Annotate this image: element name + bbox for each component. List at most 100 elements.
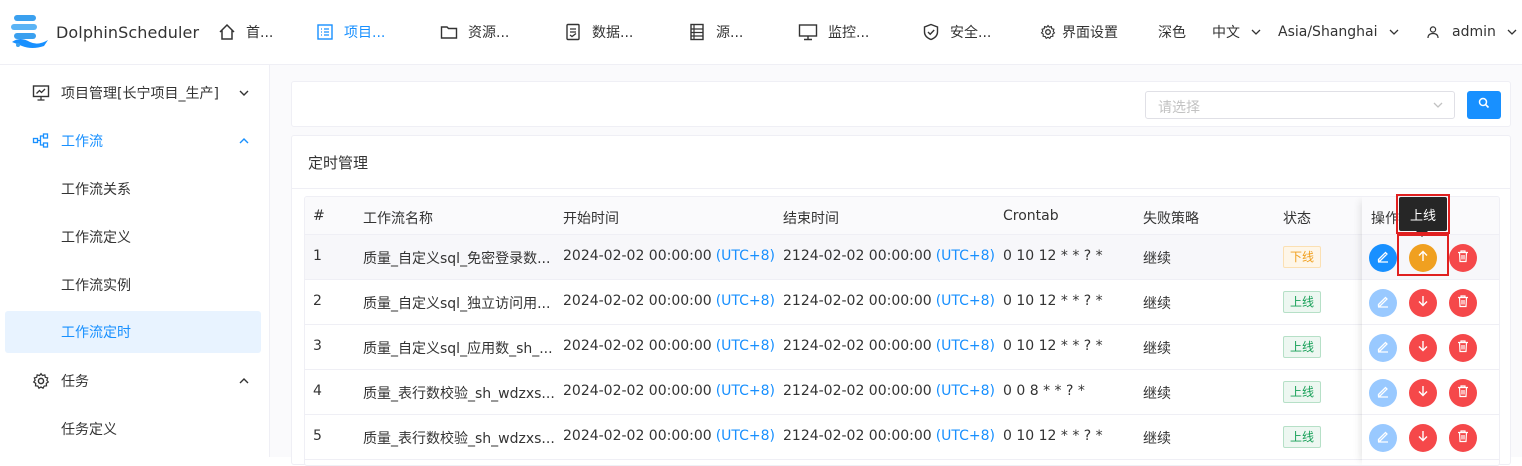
offline-button[interactable] xyxy=(1409,379,1437,407)
search-button[interactable] xyxy=(1467,91,1501,119)
nav-ui-settings[interactable]: 界面设置 xyxy=(1040,19,1118,45)
nav-data-quality[interactable]: 数据... xyxy=(564,19,633,45)
trash-icon xyxy=(1456,339,1470,357)
row-crontab: 0 10 12 * * ? * xyxy=(1003,293,1103,309)
row-workflow-name[interactable]: 质量_自定义sql_独立访问用... xyxy=(363,293,550,313)
start-timezone: (UTC+8) xyxy=(715,338,776,354)
delete-button[interactable] xyxy=(1449,424,1477,452)
start-timezone: (UTC+8) xyxy=(715,383,776,399)
trash-icon xyxy=(1456,384,1470,402)
datasource-icon xyxy=(688,23,706,41)
dolphin-logo-icon xyxy=(11,15,48,48)
offline-button[interactable] xyxy=(1409,334,1437,362)
end-timezone: (UTC+8) xyxy=(935,428,996,444)
data-quality-icon xyxy=(564,23,582,41)
status-badge: 上线 xyxy=(1283,426,1322,448)
sidebar-item-task[interactable]: 任务 xyxy=(5,360,261,402)
language-dropdown[interactable]: 中文 xyxy=(1212,19,1262,45)
delete-button[interactable] xyxy=(1449,244,1477,272)
sidebar-item-task-definition[interactable]: 任务定义 xyxy=(5,408,261,450)
sidebar-item-workflow-timing[interactable]: 工作流定时 xyxy=(5,311,261,353)
start-time-value: 2024-02-02 00:00:00 xyxy=(563,248,712,264)
delete-button[interactable] xyxy=(1449,379,1477,407)
arrow-down-icon xyxy=(1416,339,1430,357)
delete-button[interactable] xyxy=(1449,334,1477,362)
nav-resource[interactable]: 资源... xyxy=(440,19,509,45)
timezone-label: Asia/Shanghai xyxy=(1278,24,1378,40)
user-name: admin xyxy=(1452,24,1496,40)
app-logo[interactable]: DolphinScheduler xyxy=(8,12,199,52)
status-badge: 上线 xyxy=(1283,291,1322,313)
nav-monitor[interactable]: 监控... xyxy=(798,19,869,45)
row-end-time: 2124-02-02 00:00:00 (UTC+8) xyxy=(783,338,995,354)
column-header-name: 工作流名称 xyxy=(363,211,433,227)
sidebar: 项目管理[长宁项目_生产] 工作流 工作流关系 工作流定义 工作流实例 工作流定… xyxy=(0,65,270,457)
edit-button[interactable] xyxy=(1369,334,1397,362)
sidebar-workflow-label: 工作流 xyxy=(61,134,103,150)
edit-icon xyxy=(1376,249,1390,267)
card-title: 定时管理 xyxy=(308,154,369,172)
sidebar-item-project[interactable]: 项目管理[长宁项目_生产] xyxy=(5,72,261,114)
row-workflow-name[interactable]: 质量_自定义sql_免密登录数... xyxy=(363,248,550,268)
row-end-time: 2124-02-02 00:00:00 (UTC+8) xyxy=(783,383,995,399)
offline-button[interactable] xyxy=(1409,289,1437,317)
row-crontab: 0 10 12 * * ? * xyxy=(1003,428,1103,444)
edit-icon xyxy=(1376,429,1390,447)
delete-button[interactable] xyxy=(1449,289,1477,317)
sidebar-item-label: 工作流实例 xyxy=(61,278,131,294)
table-row: 3 质量_自定义sql_应用数_sh_... 2024-02-02 00:00:… xyxy=(305,325,1499,370)
nav-home-label: 首... xyxy=(246,25,274,41)
row-start-time: 2024-02-02 00:00:00 (UTC+8) xyxy=(563,293,775,309)
nav-resource-label: 资源... xyxy=(468,25,510,41)
sidebar-task-label: 任务 xyxy=(61,374,89,390)
end-timezone: (UTC+8) xyxy=(935,383,996,399)
end-time-value: 2124-02-02 00:00:00 xyxy=(783,293,932,309)
nav-security[interactable]: 安全... xyxy=(922,19,991,45)
select-placeholder: 请选择 xyxy=(1158,100,1200,116)
nav-project[interactable]: 项目... xyxy=(316,19,385,45)
row-index: 4 xyxy=(313,383,322,399)
row-index: 1 xyxy=(313,248,322,264)
row-failure-strategy: 继续 xyxy=(1143,341,1171,357)
folder-icon xyxy=(440,23,458,41)
nav-datasource[interactable]: 源... xyxy=(688,19,743,45)
edit-button[interactable] xyxy=(1369,424,1397,452)
row-workflow-name[interactable]: 质量_自定义sql_应用数_sh_... xyxy=(363,338,553,358)
end-time-value: 2124-02-02 00:00:00 xyxy=(783,338,932,354)
timezone-dropdown[interactable]: Asia/Shanghai xyxy=(1278,19,1400,45)
row-workflow-name[interactable]: 质量_表行数校验_sh_wdzxs... xyxy=(363,383,555,403)
theme-toggle[interactable]: 深色 xyxy=(1158,19,1186,45)
edit-button[interactable] xyxy=(1369,379,1397,407)
sidebar-item-workflow[interactable]: 工作流 xyxy=(5,120,261,162)
status-badge: 上线 xyxy=(1283,336,1322,358)
edit-icon xyxy=(1376,339,1390,357)
user-dropdown[interactable]: admin xyxy=(1426,19,1518,45)
workflow-select[interactable]: 请选择 xyxy=(1145,91,1455,119)
sidebar-item-workflow-relation[interactable]: 工作流关系 xyxy=(5,168,261,210)
user-icon xyxy=(1426,25,1440,39)
nav-home[interactable]: 首... xyxy=(218,19,273,45)
edit-button[interactable] xyxy=(1369,289,1397,317)
offline-button[interactable] xyxy=(1409,424,1437,452)
gear-icon xyxy=(1040,24,1056,40)
highlight-box-tooltip xyxy=(1396,194,1450,234)
start-timezone: (UTC+8) xyxy=(715,428,776,444)
nav-project-label: 项目... xyxy=(344,25,386,41)
column-header-start: 开始时间 xyxy=(563,211,619,227)
end-time-value: 2124-02-02 00:00:00 xyxy=(783,383,932,399)
end-timezone: (UTC+8) xyxy=(935,338,996,354)
sidebar-item-label: 工作流定义 xyxy=(61,230,131,246)
chevron-down-icon xyxy=(1388,26,1400,38)
nav-data-quality-label: 数据... xyxy=(592,25,634,41)
nav-security-label: 安全... xyxy=(950,25,992,41)
table-header: # 工作流名称 开始时间 结束时间 Crontab 失败策略 状态 操作 xyxy=(305,197,1499,235)
row-workflow-name[interactable]: 质量_表行数校验_sh_wdzxs... xyxy=(363,428,555,448)
row-start-time: 2024-02-02 00:00:00 (UTC+8) xyxy=(563,428,775,444)
sidebar-item-workflow-instance[interactable]: 工作流实例 xyxy=(5,264,261,306)
sidebar-item-workflow-definition[interactable]: 工作流定义 xyxy=(5,216,261,258)
end-timezone: (UTC+8) xyxy=(935,248,996,264)
sidebar-project-label: 项目管理[长宁项目_生产] xyxy=(61,86,219,102)
row-failure-strategy: 继续 xyxy=(1143,251,1171,267)
start-timezone: (UTC+8) xyxy=(715,248,776,264)
edit-button[interactable] xyxy=(1369,244,1397,272)
